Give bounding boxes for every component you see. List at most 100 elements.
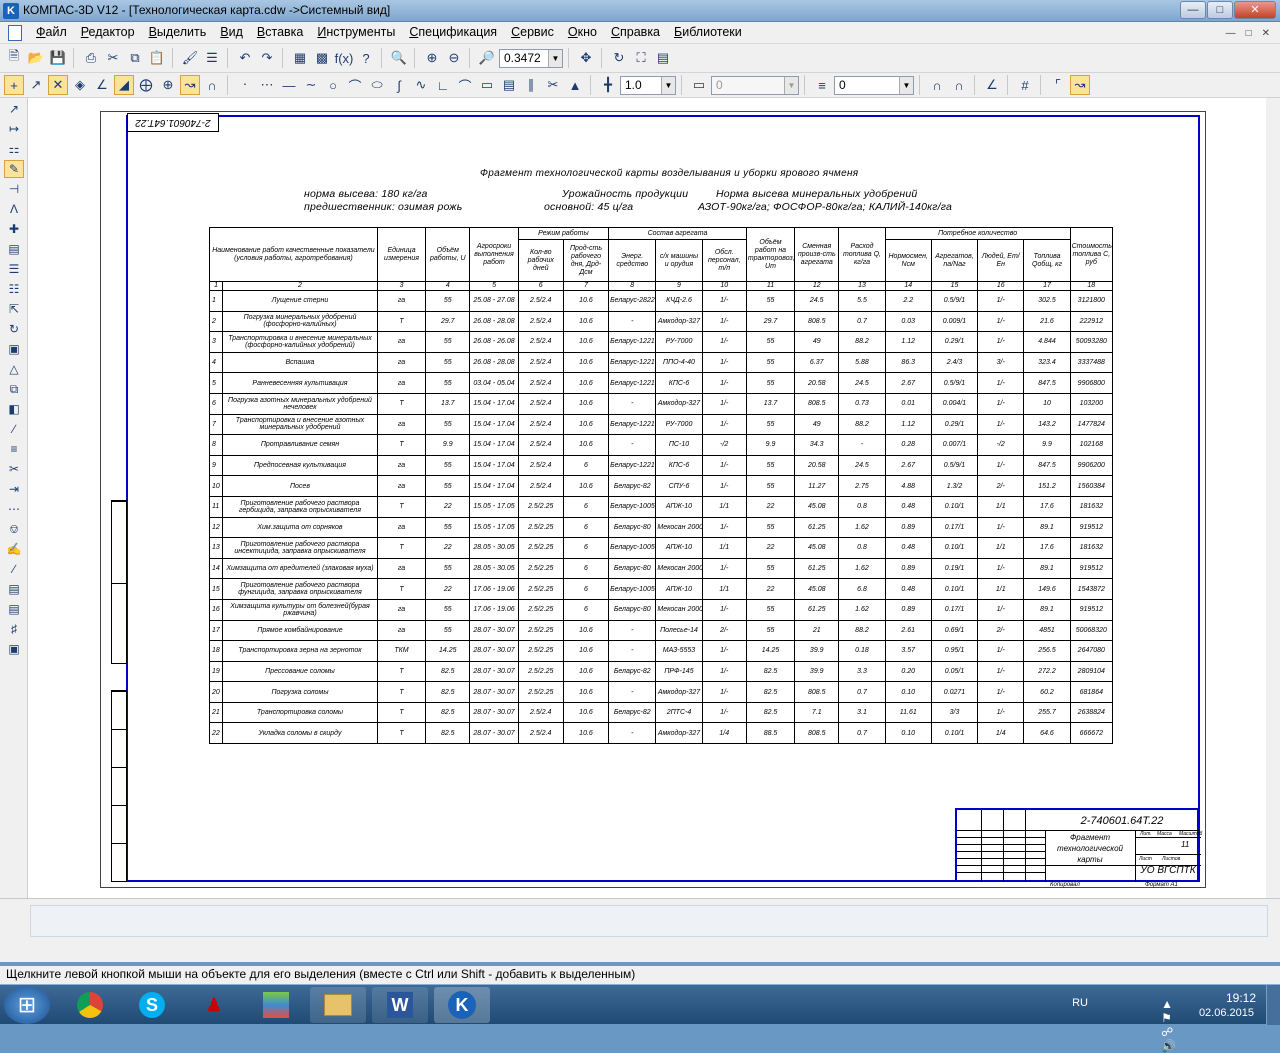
- grid-icon[interactable]: #: [1015, 75, 1035, 95]
- new-document-icon[interactable]: 🗎: [4, 48, 24, 68]
- variables-icon[interactable]: ▩: [312, 48, 332, 68]
- clock-time[interactable]: 19:12: [1226, 991, 1256, 1005]
- report-icon[interactable]: ☷: [4, 280, 24, 298]
- menu-tools[interactable]: Инструменты: [317, 25, 395, 39]
- mdi-restore-icon[interactable]: □: [1246, 28, 1252, 39]
- zoom-window-icon[interactable]: 🔍: [389, 48, 409, 68]
- intersection-icon[interactable]: ✕: [48, 75, 68, 95]
- menu-file[interactable]: Файл: [36, 25, 67, 39]
- menu-view[interactable]: Вид: [220, 25, 243, 39]
- circle-icon[interactable]: ○: [323, 75, 343, 95]
- symmetry-icon[interactable]: △: [4, 360, 24, 378]
- dimensions-icon[interactable]: ↦: [4, 120, 24, 138]
- line-scale-combo[interactable]: 1.0 ▼: [620, 75, 676, 95]
- refresh-icon[interactable]: ↻: [609, 48, 629, 68]
- chevron-down-icon[interactable]: ▼: [548, 49, 562, 67]
- deform-icon[interactable]: ◧: [4, 400, 24, 418]
- menu-insert[interactable]: Вставка: [257, 25, 303, 39]
- zoom-icon[interactable]: 🔎: [477, 48, 497, 68]
- scale-icon[interactable]: ▣: [4, 340, 24, 358]
- spec-icon[interactable]: ☰: [4, 260, 24, 278]
- game-taskbar-icon[interactable]: ♟: [186, 987, 242, 1023]
- menu-edit[interactable]: Редактор: [81, 25, 135, 39]
- menu-help[interactable]: Справка: [611, 25, 660, 39]
- camera-icon[interactable]: ▣: [4, 640, 24, 658]
- menu-service[interactable]: Сервис: [511, 25, 554, 39]
- align-icon[interactable]: ≡: [4, 440, 24, 458]
- stack-icon[interactable]: ▤: [4, 600, 24, 618]
- pan-icon[interactable]: ✥: [576, 48, 596, 68]
- save-icon[interactable]: 💾: [48, 48, 68, 68]
- local-cs-icon[interactable]: ╋: [598, 75, 618, 95]
- zoom-in-icon[interactable]: ⊕: [422, 48, 442, 68]
- snap-point-icon[interactable]: +: [4, 75, 24, 95]
- measure-icon[interactable]: Λ: [4, 200, 24, 218]
- move-icon[interactable]: ⇱: [4, 300, 24, 318]
- layer-icon[interactable]: ≡: [812, 75, 832, 95]
- print-icon[interactable]: ⎙: [81, 48, 101, 68]
- geometry-icon[interactable]: ↗: [4, 100, 24, 118]
- tray-icons[interactable]: ▲ ⚑ ☍ 🔊: [1161, 997, 1176, 1053]
- pen-icon[interactable]: ✍: [4, 540, 24, 558]
- round-mode-icon[interactable]: ↝: [1070, 75, 1090, 95]
- chevron-down-icon[interactable]: ▼: [899, 76, 913, 94]
- trim-tool-icon[interactable]: ✂: [4, 460, 24, 478]
- fillet-icon[interactable]: ⌒: [455, 75, 475, 95]
- join-icon[interactable]: ⎊: [4, 520, 24, 538]
- hatch-icon[interactable]: ▤: [499, 75, 519, 95]
- snap-angle-icon[interactable]: ∠: [92, 75, 112, 95]
- layer-combo[interactable]: 0 ▼: [834, 75, 914, 95]
- word-taskbar-icon[interactable]: W: [372, 987, 428, 1023]
- snap-nearest-icon[interactable]: ◈: [70, 75, 90, 95]
- edit-icon[interactable]: ✎: [4, 160, 24, 178]
- function-icon[interactable]: f(x): [334, 48, 354, 68]
- show-desktop-button[interactable]: [1266, 985, 1280, 1025]
- dash-line-icon[interactable]: —: [279, 75, 299, 95]
- manager-icon[interactable]: ▦: [290, 48, 310, 68]
- snap-tangent-icon[interactable]: ⨁: [136, 75, 156, 95]
- maximize-button[interactable]: □: [1207, 1, 1233, 19]
- winrar-taskbar-icon[interactable]: [248, 987, 304, 1023]
- undo-icon[interactable]: ↶: [235, 48, 255, 68]
- bezier-icon[interactable]: ∿: [411, 75, 431, 95]
- chamfer-icon[interactable]: ∟: [433, 75, 453, 95]
- break-icon[interactable]: ∕: [4, 420, 24, 438]
- clip-icon[interactable]: ♯: [4, 620, 24, 638]
- symbols-icon[interactable]: ⚏: [4, 140, 24, 158]
- magnet-snap-icon[interactable]: ∩: [927, 75, 947, 95]
- menu-select[interactable]: Выделить: [149, 25, 207, 39]
- select-icon[interactable]: ✚: [4, 220, 24, 238]
- explorer-taskbar-icon[interactable]: [310, 987, 366, 1023]
- rotate-icon[interactable]: ↻: [4, 320, 24, 338]
- clock-date[interactable]: 02.06.2015: [1199, 1007, 1254, 1019]
- copy-tool-icon[interactable]: ⧉: [4, 380, 24, 398]
- close-button[interactable]: ✕: [1234, 1, 1276, 19]
- magnet-icon[interactable]: ∩: [202, 75, 222, 95]
- zoom-out-icon[interactable]: ⊖: [444, 48, 464, 68]
- snap-center-icon[interactable]: ⊕: [158, 75, 178, 95]
- polyline-icon[interactable]: ∼: [301, 75, 321, 95]
- menu-specification[interactable]: Спецификация: [409, 25, 497, 39]
- app-icon[interactable]: K: [3, 3, 19, 19]
- spline-icon[interactable]: ∫: [389, 75, 409, 95]
- cut-icon[interactable]: ✂: [103, 48, 123, 68]
- hatch-tool-icon[interactable]: ▤: [4, 580, 24, 598]
- arc-icon[interactable]: ⌒: [345, 75, 365, 95]
- paste-icon[interactable]: 📋: [147, 48, 167, 68]
- ortho-mode-icon[interactable]: ⌜: [1048, 75, 1068, 95]
- line-style-icon[interactable]: ⋯: [257, 75, 277, 95]
- array-icon[interactable]: ⋯: [4, 500, 24, 518]
- ortho-icon[interactable]: ↗: [26, 75, 46, 95]
- menu-window[interactable]: Окно: [568, 25, 597, 39]
- help-pointer-icon[interactable]: ?: [356, 48, 376, 68]
- kompas-taskbar-icon[interactable]: K: [434, 987, 490, 1023]
- document-icon[interactable]: [8, 25, 22, 41]
- language-indicator[interactable]: RU: [1072, 997, 1088, 1009]
- grid-snap-icon[interactable]: ⋅: [235, 75, 255, 95]
- layers-icon[interactable]: ▤: [653, 48, 673, 68]
- snap-active-icon[interactable]: ↝: [180, 75, 200, 95]
- param-mode-icon[interactable]: ∠: [982, 75, 1002, 95]
- magnet-off-icon[interactable]: ∩: [949, 75, 969, 95]
- show-all-icon[interactable]: ⛶: [631, 48, 651, 68]
- chevron-down-icon[interactable]: ▼: [661, 76, 675, 94]
